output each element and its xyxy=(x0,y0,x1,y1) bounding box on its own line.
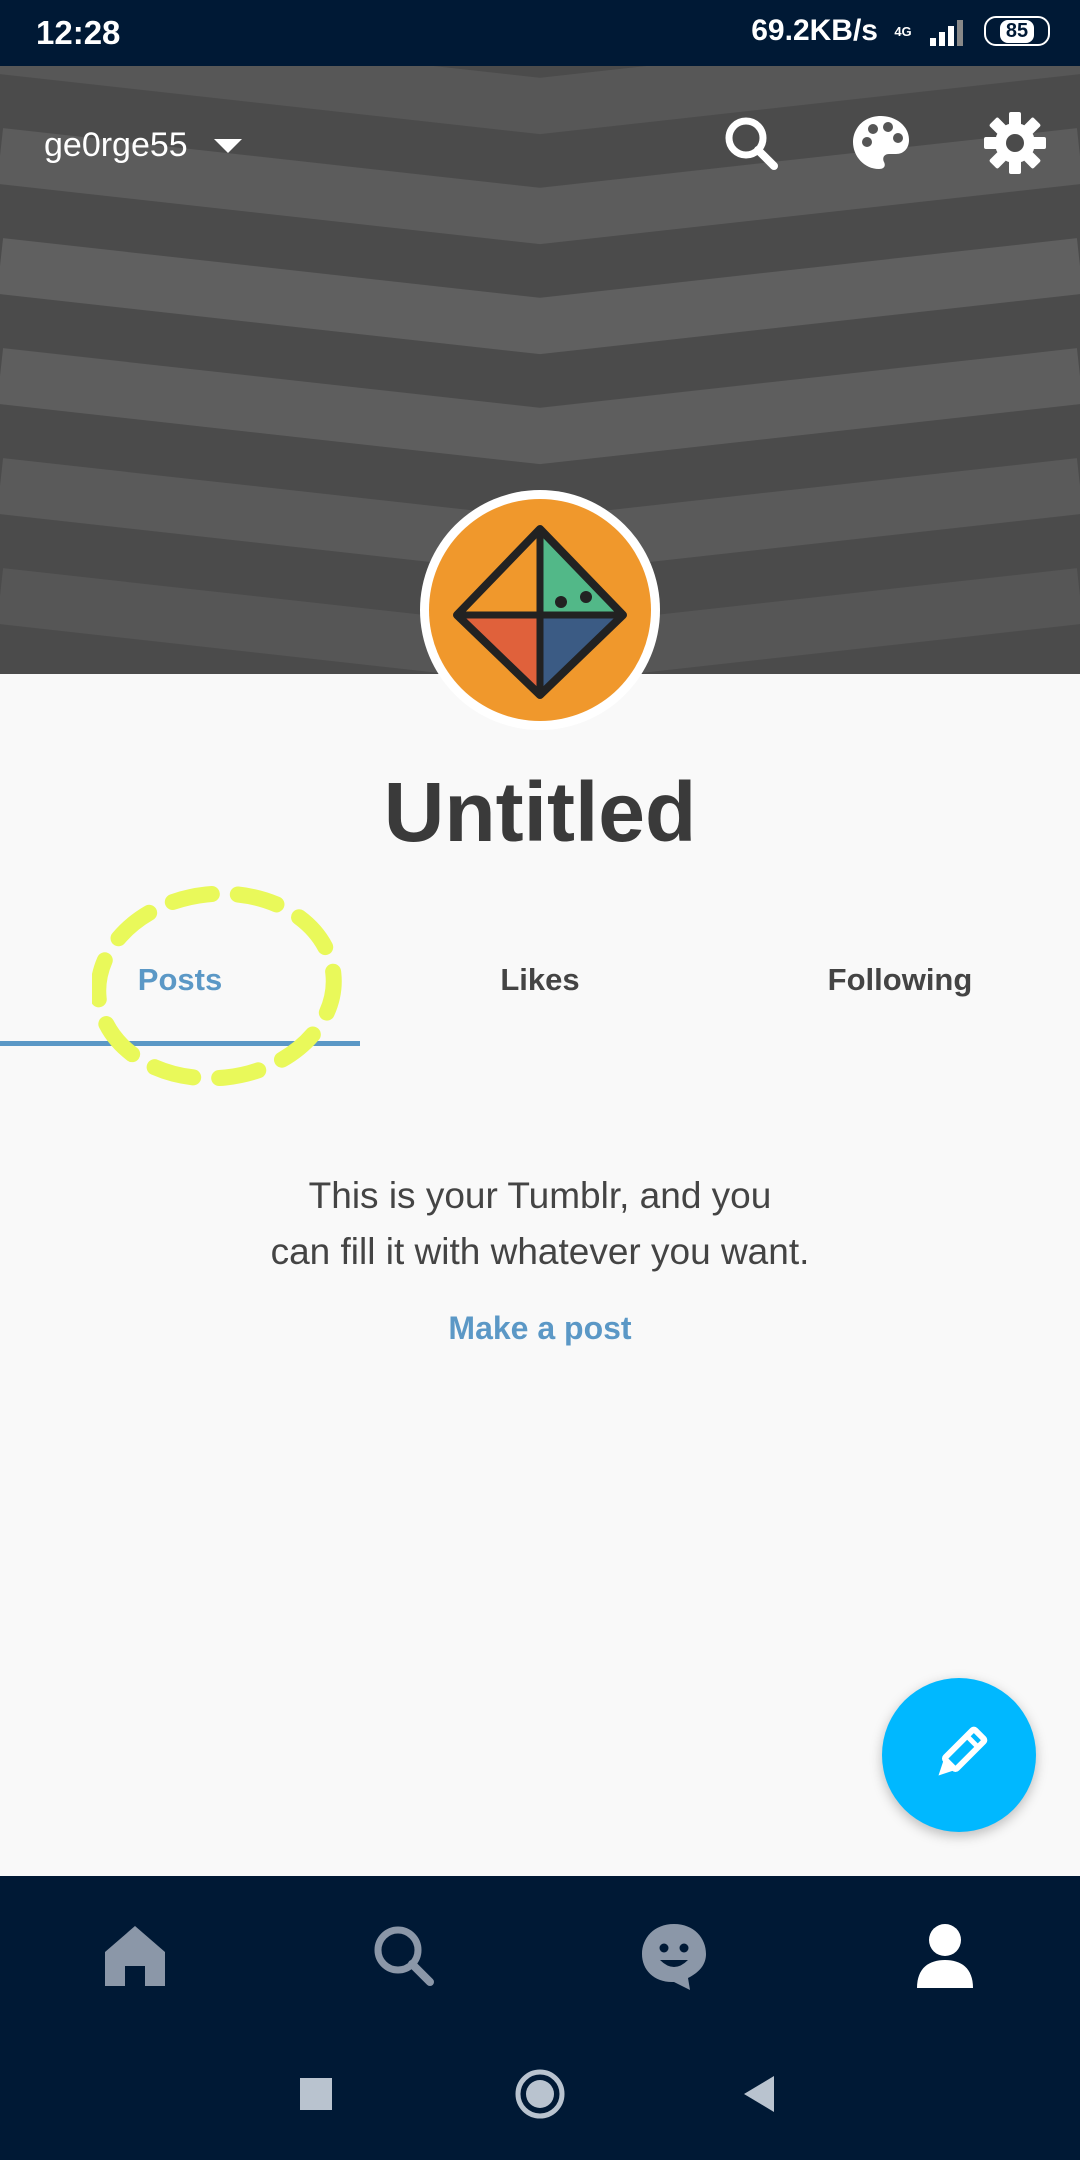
search-icon[interactable] xyxy=(364,1916,444,1996)
status-indicators: 69.2KB/s 4G 85 xyxy=(751,14,1050,48)
signal-icon xyxy=(930,20,963,46)
highlight-annotation xyxy=(92,885,342,1087)
avatar[interactable] xyxy=(420,490,660,730)
empty-state-line-2: can fill it with whatever you want. xyxy=(270,1231,810,1272)
avatar-octahedron-icon xyxy=(453,525,627,699)
network-type: 4G xyxy=(894,23,912,39)
blog-name: ge0rge55 xyxy=(44,126,188,164)
network-speed: 69.2KB/s xyxy=(751,14,878,47)
status-bar: 12:28 69.2KB/s 4G 85 xyxy=(0,0,1080,66)
tab-likes[interactable]: Likes xyxy=(360,950,720,1046)
status-time: 12:28 xyxy=(36,14,121,51)
bottom-nav xyxy=(0,1876,1080,2036)
empty-state-text: This is your Tumblr, and you can fill it… xyxy=(0,1168,1080,1280)
home-circle-icon[interactable] xyxy=(514,2068,566,2120)
chevron-down-icon xyxy=(213,138,242,153)
blog-switcher[interactable]: ge0rge55 xyxy=(44,126,242,165)
chat-icon[interactable] xyxy=(634,1916,714,1996)
pencil-icon xyxy=(938,1726,988,1776)
make-post-link[interactable]: Make a post xyxy=(0,1310,1080,1347)
blog-title[interactable]: Untitled xyxy=(0,764,1080,861)
gear-icon[interactable] xyxy=(982,110,1048,176)
recents-icon[interactable] xyxy=(298,2076,334,2112)
palette-icon[interactable] xyxy=(848,110,914,176)
tab-following[interactable]: Following xyxy=(720,950,1080,1046)
home-icon[interactable] xyxy=(95,1916,175,1996)
back-icon[interactable] xyxy=(742,2074,778,2114)
compose-button[interactable] xyxy=(882,1678,1036,1832)
search-icon[interactable] xyxy=(718,110,784,176)
system-nav xyxy=(0,2036,1080,2160)
empty-state-line-1: This is your Tumblr, and you xyxy=(308,1175,772,1216)
battery-icon: 85 xyxy=(984,16,1050,46)
battery-level: 85 xyxy=(999,19,1035,43)
account-icon[interactable] xyxy=(905,1916,985,1996)
avatar-image xyxy=(429,499,651,721)
